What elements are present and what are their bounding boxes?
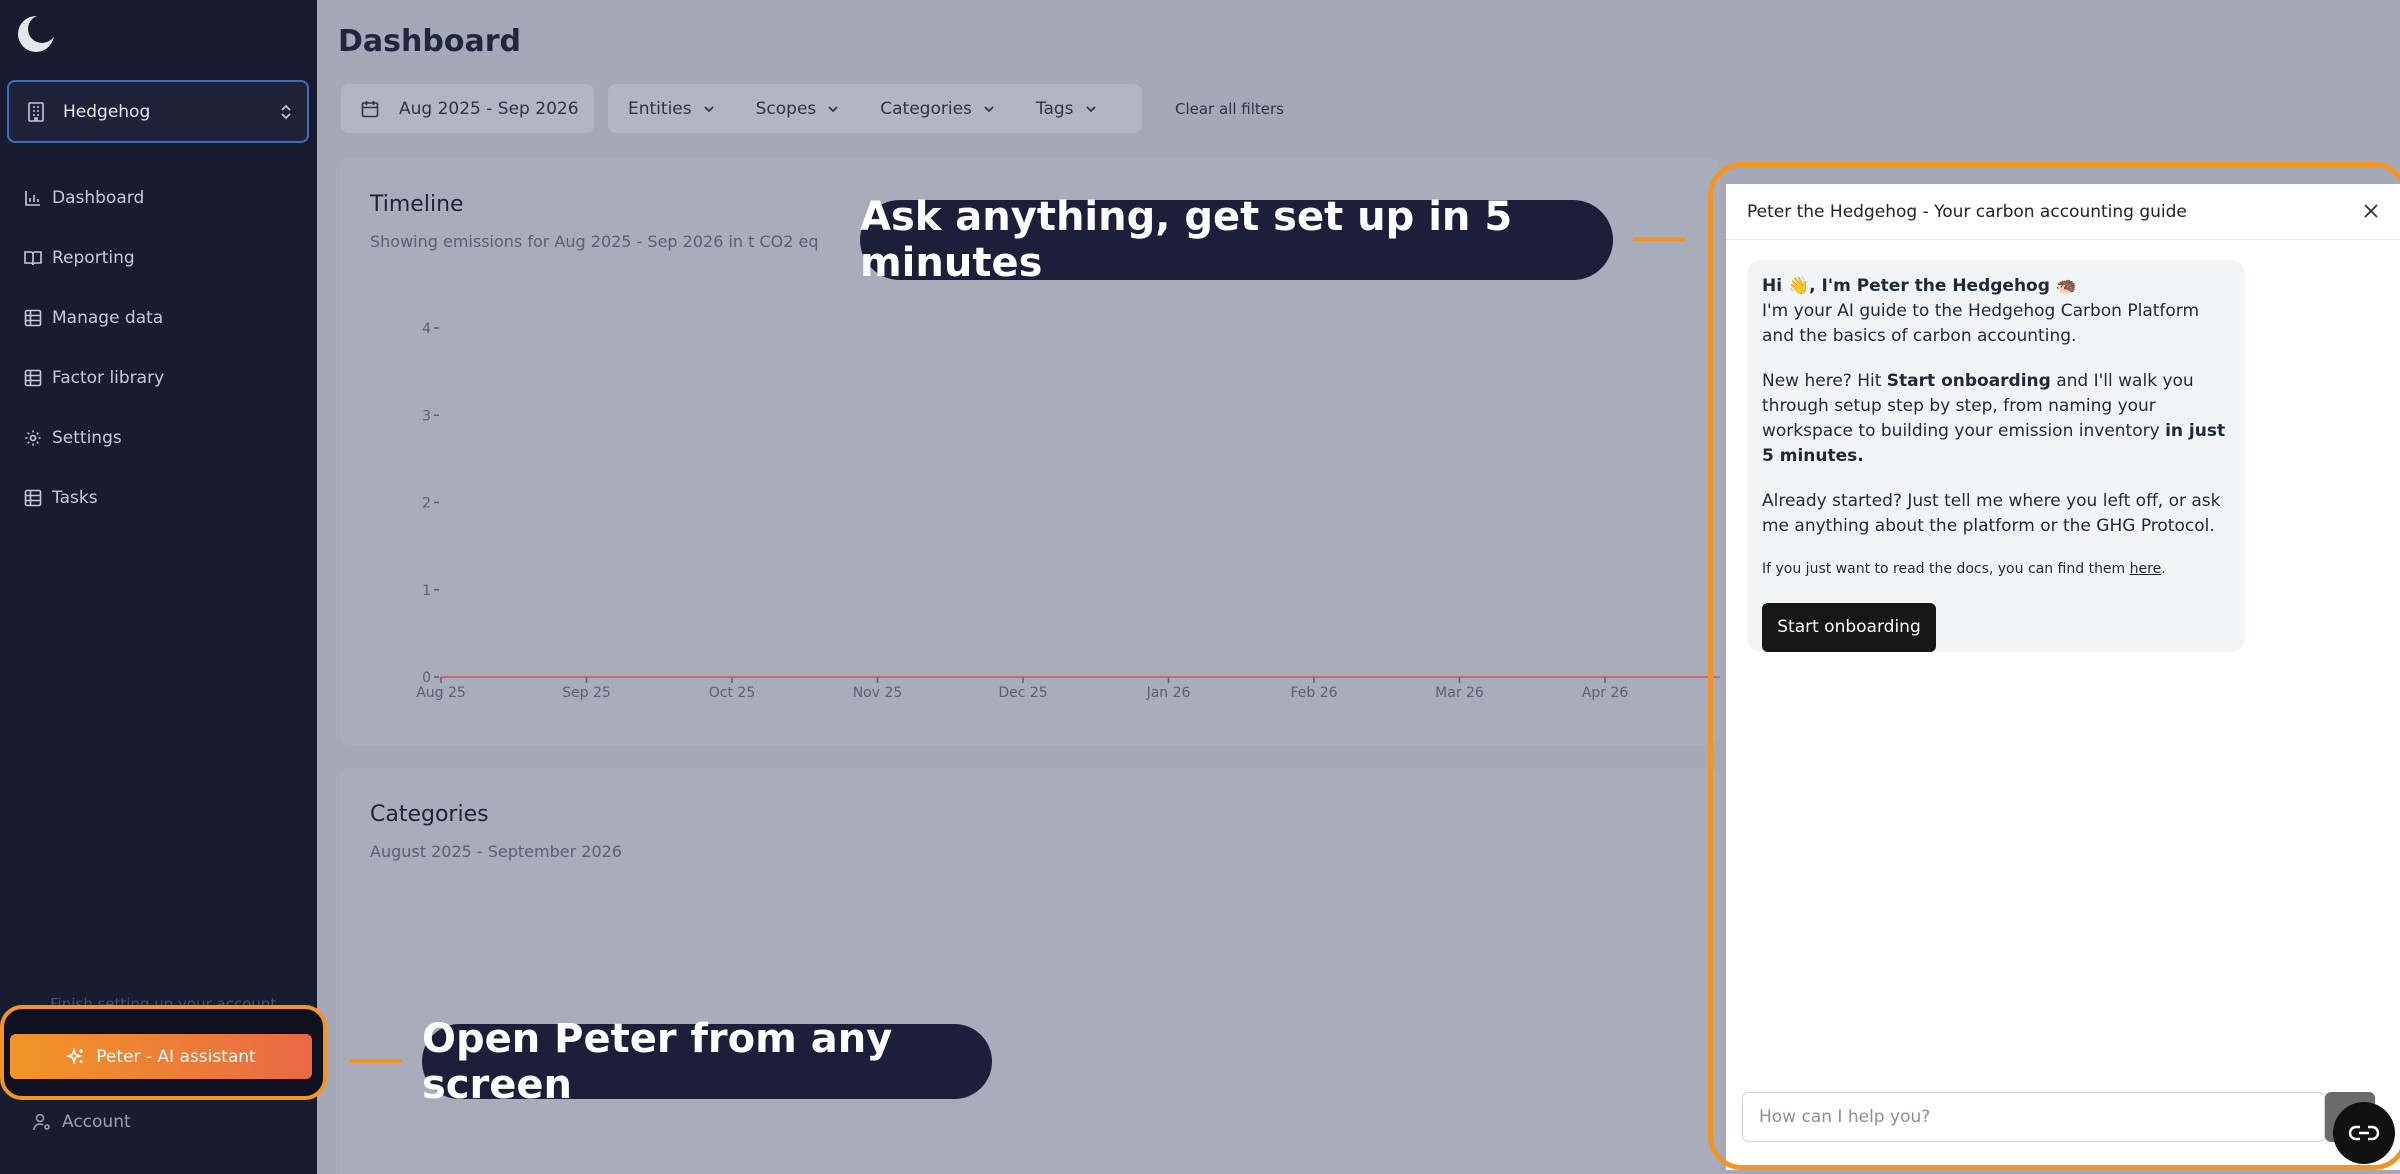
sidebar-nav: Dashboard Reporting Manage data Factor l…	[0, 168, 317, 528]
categories-subtitle: August 2025 - September 2026	[370, 842, 622, 861]
user-gear-icon	[33, 1113, 50, 1131]
building-icon	[28, 101, 44, 122]
clear-filters-button[interactable]: Clear all filters	[1175, 100, 1284, 118]
callout-open-peter: Open Peter from any screen	[422, 1016, 992, 1108]
sidebar-item-label: Reporting	[52, 248, 135, 268]
link-icon	[2348, 1125, 2380, 1141]
sidebar: Hedgehog Dashboard Reporting Manage data…	[0, 0, 327, 1174]
chevron-down-icon	[703, 105, 714, 112]
tags-label: Tags	[1035, 98, 1074, 119]
scopes-filter[interactable]: Scopes	[736, 99, 861, 119]
entities-label: Entities	[628, 98, 692, 119]
workspace-select[interactable]: Hedgehog	[7, 80, 309, 143]
y-tick-label: 4	[422, 321, 431, 337]
logo-icon	[18, 15, 56, 52]
chat-highlight	[1708, 162, 2400, 1170]
categories-title: Categories	[370, 802, 489, 827]
table-icon	[24, 309, 42, 327]
chevron-down-icon	[984, 105, 994, 112]
sidebar-item-reporting[interactable]: Reporting	[0, 228, 317, 288]
y-tick-label: 3	[422, 408, 431, 424]
callout-connector	[350, 1059, 402, 1063]
x-tick-label: Apr 26	[1582, 685, 1629, 701]
categories-filter[interactable]: Categories	[860, 99, 1016, 119]
peter-highlight: Peter - AI assistant	[0, 1005, 327, 1100]
sidebar-item-label: Factor library	[52, 368, 165, 388]
workspace-name: Hedgehog	[63, 101, 151, 122]
bar-chart-icon	[25, 191, 40, 206]
gear-icon	[25, 430, 41, 446]
sidebar-item-label: Manage data	[52, 308, 164, 328]
y-tick-label: 2	[422, 496, 431, 512]
account-label: Account	[62, 1112, 131, 1132]
sidebar-item-settings[interactable]: Settings	[0, 408, 317, 468]
page-title: Dashboard	[338, 24, 521, 59]
sparkles-icon	[66, 1046, 84, 1065]
x-tick-label: Sep 25	[562, 685, 611, 701]
chevron-down-icon	[828, 105, 838, 112]
date-range-filter[interactable]: Aug 2025 - Sep 2026	[341, 84, 594, 133]
sidebar-item-label: Tasks	[52, 488, 98, 508]
scopes-label: Scopes	[755, 98, 817, 119]
date-range-label: Aug 2025 - Sep 2026	[399, 98, 579, 119]
categories-card: Categories August 2025 - September 2026	[340, 768, 1720, 1174]
chat-launcher-button[interactable]	[2333, 1102, 2395, 1164]
callout-ask-anything: Ask anything, get set up in 5 minutes	[860, 194, 1613, 286]
entities-filter[interactable]: Entities	[608, 99, 736, 119]
sidebar-item-label: Dashboard	[52, 188, 145, 208]
book-icon	[24, 251, 42, 266]
peter-ai-assistant-button[interactable]: Peter - AI assistant	[10, 1034, 312, 1079]
calendar-icon	[361, 100, 379, 117]
x-tick-label: Aug 25	[416, 685, 466, 701]
callout-connector	[1633, 237, 1685, 241]
chevron-down-icon	[1085, 105, 1096, 112]
y-tick-label: 0	[422, 670, 431, 686]
x-tick-label: Mar 26	[1435, 685, 1484, 701]
sidebar-item-label: Settings	[52, 428, 122, 448]
categories-label: Categories	[880, 98, 972, 119]
x-tick-label: Jan 26	[1146, 685, 1191, 701]
sidebar-item-dashboard[interactable]: Dashboard	[0, 168, 317, 228]
filter-dropdowns: Entities Scopes Categories Tags	[608, 84, 1142, 133]
x-tick-label: Dec 25	[998, 685, 1047, 701]
sidebar-item-factor-library[interactable]: Factor library	[0, 348, 317, 408]
y-tick-label: 1	[422, 583, 431, 599]
sidebar-item-manage-data[interactable]: Manage data	[0, 288, 317, 348]
x-tick-label: Feb 26	[1290, 685, 1337, 701]
table-icon	[24, 489, 42, 507]
chevron-up-down-icon	[281, 104, 291, 120]
x-tick-label: Oct 25	[709, 685, 755, 701]
tags-filter[interactable]: Tags	[1016, 99, 1118, 119]
peter-button-label: Peter - AI assistant	[96, 1046, 256, 1067]
table-icon	[24, 369, 42, 387]
account-link[interactable]: Account	[32, 1112, 131, 1132]
sidebar-item-tasks[interactable]: Tasks	[0, 468, 317, 528]
x-tick-label: Nov 25	[853, 685, 903, 701]
